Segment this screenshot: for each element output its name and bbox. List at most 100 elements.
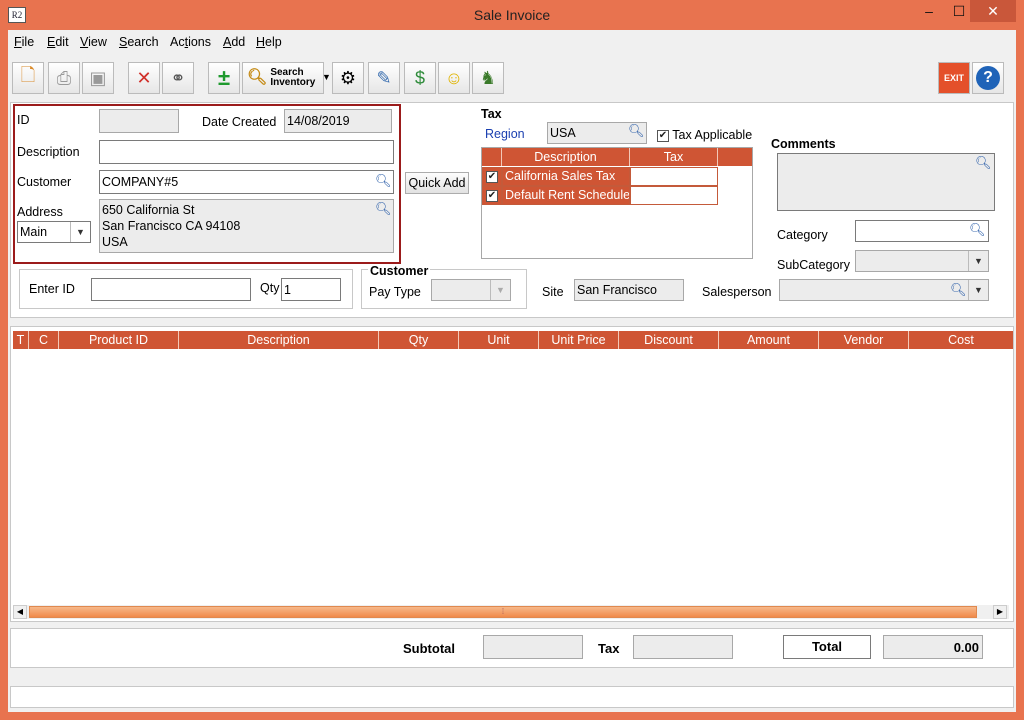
grid-col-description[interactable]: Description [179, 331, 379, 349]
tax-row[interactable]: ✔ Default Rent Schedule [482, 186, 722, 205]
grid-col-unit[interactable]: Unit [459, 331, 539, 349]
cash-icon[interactable]: $ [404, 62, 436, 94]
chevron-down-icon: ▼ [968, 251, 988, 271]
add-line-icon[interactable]: ± [208, 62, 240, 94]
menu-file[interactable]: File [14, 35, 34, 49]
tax-row-value[interactable] [630, 167, 718, 186]
tax-applicable-checkbox[interactable]: ✔ Tax Applicable [657, 128, 752, 142]
address-label: Address [17, 205, 63, 219]
tax-col-tax[interactable]: Tax [630, 148, 718, 166]
pay-type-label: Pay Type [369, 285, 421, 299]
grid-col-cost[interactable]: Cost [909, 331, 1013, 349]
address-field[interactable]: 650 California St San Francisco CA 94108… [99, 199, 394, 253]
grid-col-unit-price[interactable]: Unit Price [539, 331, 619, 349]
total-field: 0.00 [883, 635, 983, 659]
grid-col-amount[interactable]: Amount [719, 331, 819, 349]
site-label: Site [542, 285, 564, 299]
menu-edit[interactable]: Edit [47, 35, 69, 49]
region-label: Region [485, 127, 525, 141]
grid-col-qty[interactable]: Qty [379, 331, 459, 349]
id-label: ID [17, 113, 30, 127]
minimize-button[interactable]: – [914, 0, 944, 22]
customer-box-label: Customer [368, 264, 431, 278]
description-field[interactable] [99, 140, 394, 164]
invoice-header-panel: ID Date Created 14/08/2019 Description C… [10, 102, 1014, 318]
date-created-field[interactable]: 14/08/2019 [284, 109, 392, 133]
id-field[interactable] [99, 109, 179, 133]
help-balls-icon[interactable]: ⚙ [332, 62, 364, 94]
scroll-right-icon[interactable]: ▶ [993, 605, 1007, 619]
address-type-select[interactable]: Main ▼ [17, 221, 91, 243]
address-line-1: 650 California St [102, 203, 195, 217]
scrollbar-thumb[interactable]: ⁞ [29, 606, 977, 618]
tax-row[interactable]: ✔ California Sales Tax [482, 167, 722, 186]
tax-col-filler [718, 148, 752, 166]
window-client-area: File Edit View Search Actions Add Help 🗋… [8, 30, 1016, 712]
horizontal-scrollbar[interactable]: ◀ ⁞ ▶ [13, 605, 1009, 619]
scroll-left-icon[interactable]: ◀ [13, 605, 27, 619]
tax-row-description: California Sales Tax [502, 167, 630, 186]
tax-row-value[interactable] [630, 186, 718, 205]
grid-col-product-id[interactable]: Product ID [59, 331, 179, 349]
help-icon[interactable]: ? [972, 62, 1004, 94]
qty-field[interactable]: 1 [281, 278, 341, 301]
tax-row-checkbox[interactable]: ✔ [482, 167, 502, 186]
exit-icon[interactable]: EXIT [938, 62, 970, 94]
subtotal-label: Subtotal [403, 641, 455, 656]
comments-label: Comments [771, 137, 836, 151]
comments-search-icon[interactable]: 🔍︎ [975, 155, 992, 171]
date-created-label: Date Created [202, 115, 277, 129]
edit-notes-icon[interactable]: ✎ [368, 62, 400, 94]
chevron-down-icon: ▼ [968, 280, 988, 300]
status-bar [10, 686, 1014, 708]
address-search-icon[interactable]: 🔍︎ [375, 201, 392, 217]
comments-field[interactable] [777, 153, 995, 211]
tax-row-checkbox[interactable]: ✔ [482, 186, 502, 205]
quick-add-button[interactable]: Quick Add [405, 172, 469, 194]
print-icon[interactable]: ⎙ [48, 62, 80, 94]
search-dropdown-arrow-icon[interactable]: ▼ [322, 72, 331, 82]
menu-view[interactable]: View [80, 35, 107, 49]
grid-col-t[interactable]: T [13, 331, 29, 349]
menu-help[interactable]: Help [256, 35, 282, 49]
category-search-icon[interactable]: 🔍︎ [969, 222, 986, 238]
site-field[interactable]: San Francisco [574, 279, 684, 301]
customer-search-icon[interactable]: 🔍︎ [375, 173, 392, 189]
tax-table: Description Tax ✔ California Sales Tax ✔… [481, 147, 753, 259]
magnifier-icon: 🔍︎ [247, 69, 268, 86]
pay-type-select[interactable]: ▼ [431, 279, 511, 301]
title-bar[interactable]: R2 Sale Invoice – ☐ ✕ [0, 0, 1024, 30]
menu-search[interactable]: Search [119, 35, 159, 49]
tax-table-corner [482, 148, 502, 166]
checkbox-checked-icon: ✔ [657, 129, 669, 142]
grid-col-c[interactable]: C [29, 331, 59, 349]
customer-label: Customer [17, 175, 72, 189]
grid-col-discount[interactable]: Discount [619, 331, 719, 349]
menu-actions[interactable]: Actions [170, 35, 211, 49]
subtotal-field [483, 635, 583, 659]
save-icon[interactable]: ▣ [82, 62, 114, 94]
enter-id-label: Enter ID [29, 282, 75, 296]
salesperson-search-icon[interactable]: 🔍︎ [950, 282, 967, 298]
salesperson-icon[interactable]: ♞ [472, 62, 504, 94]
search-inventory-button[interactable]: 🔍︎ Search Inventory [242, 62, 324, 94]
grid-col-vendor[interactable]: Vendor [819, 331, 909, 349]
tax-col-description[interactable]: Description [502, 148, 630, 166]
smiley-icon[interactable]: ☺ [438, 62, 470, 94]
salesperson-select[interactable]: 🔍︎ ▼ [779, 279, 989, 301]
toolbar: 🗋 ⎙ ▣ ✕ ⚭ ± 🔍︎ Search Inventory ▼ ⚙ ✎ $ ☺… [8, 58, 1016, 98]
salesperson-label: Salesperson [702, 285, 772, 299]
address-line-3: USA [102, 235, 128, 249]
new-document-icon[interactable]: 🗋 [12, 62, 44, 94]
region-search-icon[interactable]: 🔍︎ [628, 123, 645, 139]
delete-icon[interactable]: ✕ [128, 62, 160, 94]
subcategory-select[interactable]: ▼ [855, 250, 989, 272]
find-binoculars-icon[interactable]: ⚭ [162, 62, 194, 94]
close-button[interactable]: ✕ [970, 0, 1016, 22]
chevron-down-icon: ▼ [490, 280, 510, 300]
qty-label: Qty [260, 281, 280, 295]
checkbox-checked-icon: ✔ [486, 170, 498, 183]
enter-id-field[interactable] [91, 278, 251, 301]
customer-field[interactable]: COMPANY#5 [99, 170, 394, 194]
menu-add[interactable]: Add [223, 35, 245, 49]
